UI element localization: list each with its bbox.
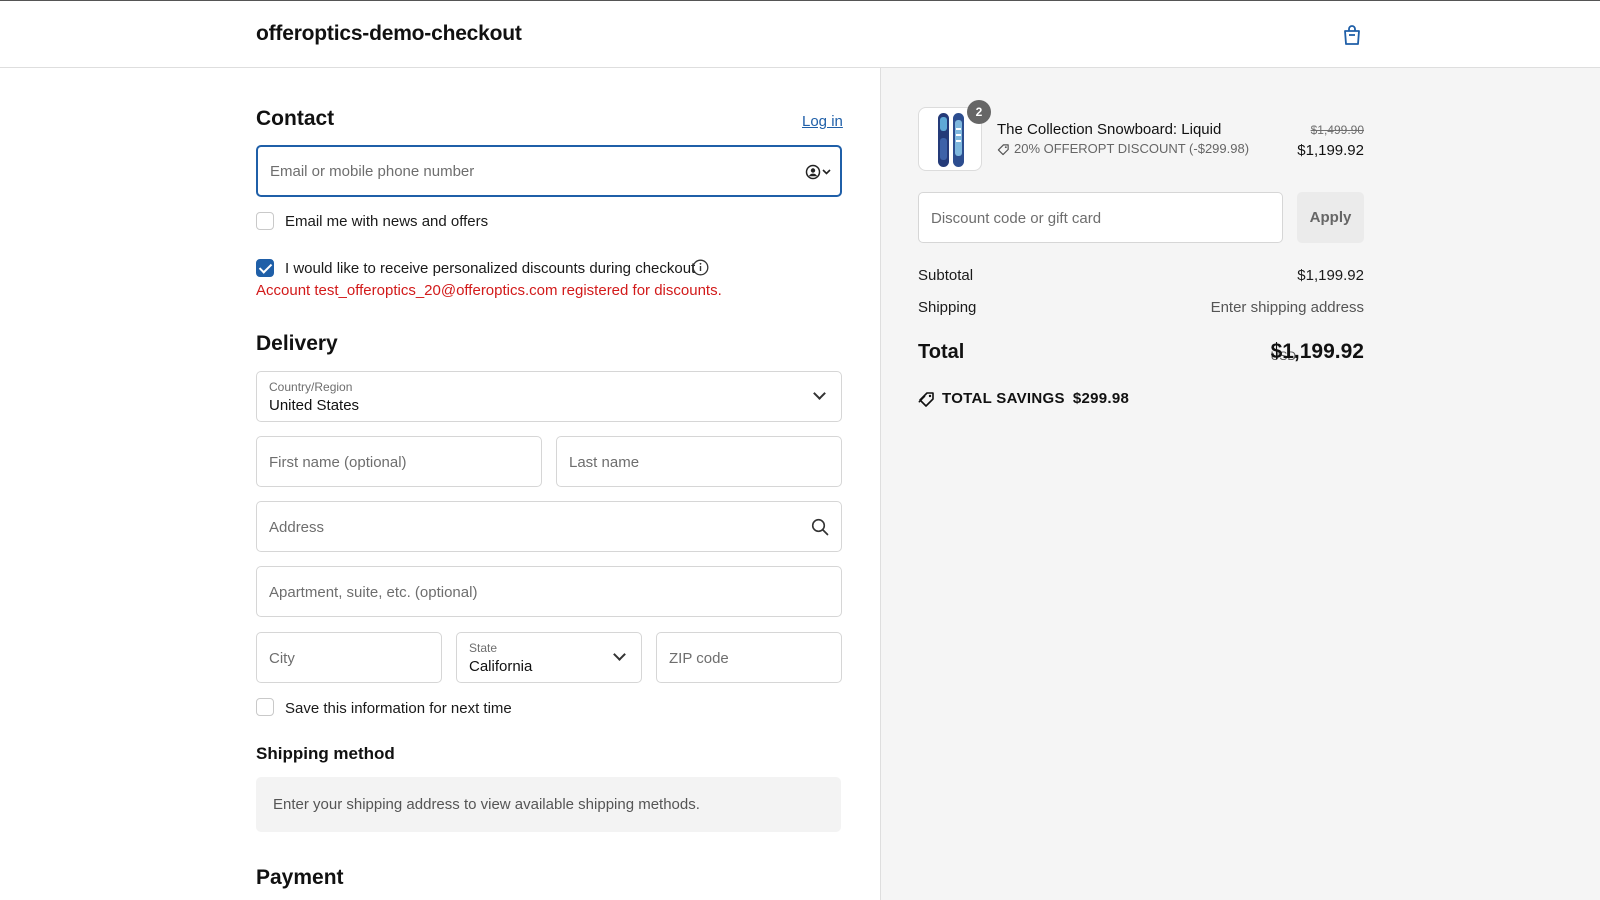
checkout-header: offeroptics-demo-checkout: [0, 0, 1600, 68]
discount-code-placeholder: Discount code or gift card: [931, 210, 1102, 227]
shipping-method-message: Enter your shipping address to view avai…: [273, 796, 700, 813]
shopping-bag-icon[interactable]: [1340, 23, 1364, 47]
first-name-placeholder: First name (optional): [269, 454, 407, 471]
discount-code-field[interactable]: Discount code or gift card: [918, 192, 1283, 243]
quantity-badge: 2: [967, 100, 991, 124]
zip-field[interactable]: ZIP code: [656, 632, 842, 683]
shipping-method-heading: Shipping method: [256, 744, 395, 763]
contact-heading: Contact: [256, 107, 335, 130]
discount-registration-message: Account test_offeroptics_20@offeroptics.…: [256, 282, 722, 299]
search-icon: [811, 518, 829, 536]
country-value: United States: [269, 397, 360, 414]
product-discount: 20% OFFEROPT DISCOUNT (-$299.98): [997, 141, 1249, 156]
last-name-field[interactable]: Last name: [556, 436, 842, 487]
total-label: Total: [918, 341, 965, 363]
personalized-discount-label: I would like to receive personalized dis…: [285, 260, 696, 277]
total-savings-value: $299.98: [1072, 390, 1130, 407]
product-discount-label: 20% OFFEROPT DISCOUNT (-$299.98): [1014, 141, 1250, 156]
savings-tag-icon: [918, 391, 934, 407]
country-label: Country/Region: [269, 380, 353, 394]
shipping-method-info: Enter your shipping address to view avai…: [256, 777, 841, 832]
subtotal-label: Subtotal: [918, 267, 974, 284]
last-name-placeholder: Last name: [569, 454, 640, 471]
news-checkbox-label: Email me with news and offers: [285, 213, 489, 230]
country-select[interactable]: Country/Region United States: [256, 371, 842, 422]
shipping-value: Enter shipping address: [1210, 299, 1364, 316]
shop-name[interactable]: offeroptics-demo-checkout: [256, 22, 522, 46]
save-info-checkbox[interactable]: [256, 698, 274, 716]
apply-button[interactable]: Apply: [1297, 192, 1364, 243]
tag-icon: [997, 144, 1009, 156]
address-field[interactable]: Address: [256, 501, 842, 552]
city-placeholder: City: [269, 650, 295, 667]
delivery-heading: Delivery: [256, 332, 338, 355]
apartment-field[interactable]: Apartment, suite, etc. (optional): [256, 566, 842, 617]
subtotal-value: $1,199.92: [1297, 267, 1364, 284]
state-label: State: [469, 641, 498, 655]
apartment-placeholder: Apartment, suite, etc. (optional): [269, 584, 478, 601]
save-info-label: Save this information for next time: [285, 700, 512, 717]
email-placeholder: Email or mobile phone number: [270, 163, 475, 180]
login-link[interactable]: Log in: [802, 113, 843, 130]
personalized-discount-checkbox[interactable]: [256, 259, 274, 277]
payment-heading: Payment: [256, 866, 344, 889]
news-checkbox[interactable]: [256, 212, 274, 230]
product-price: $1,199.92: [1297, 142, 1364, 159]
state-select[interactable]: State California: [456, 632, 642, 683]
address-placeholder: Address: [269, 519, 325, 536]
account-picker-icon[interactable]: [805, 164, 833, 180]
city-field[interactable]: City: [256, 632, 442, 683]
shipping-label: Shipping: [918, 299, 977, 316]
product-name: The Collection Snowboard: Liquid: [997, 121, 1222, 138]
chevron-down-icon: [813, 387, 826, 400]
total-value: $1,199.92: [1270, 340, 1364, 363]
zip-placeholder: ZIP code: [669, 650, 729, 667]
total-savings-label: TOTAL SAVINGS: [942, 390, 1065, 407]
first-name-field[interactable]: First name (optional): [256, 436, 542, 487]
state-value: California: [469, 658, 533, 675]
info-icon[interactable]: [692, 259, 709, 276]
total-savings: TOTAL SAVINGS $299.98: [918, 390, 1129, 408]
email-field[interactable]: Email or mobile phone number: [256, 145, 842, 197]
original-price: $1,499.90: [1310, 123, 1364, 137]
chevron-down-icon: [613, 648, 626, 661]
